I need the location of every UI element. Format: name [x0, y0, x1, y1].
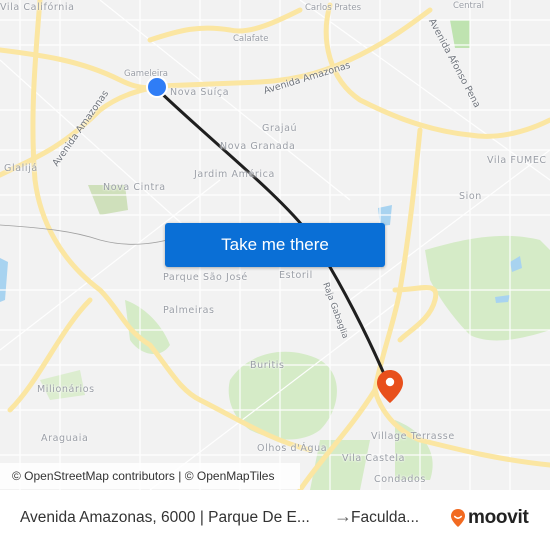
place-label-carlos-prates: Carlos Prates	[305, 3, 362, 13]
place-label-palmeiras: Palmeiras	[163, 305, 215, 316]
origin-marker[interactable]	[145, 75, 169, 99]
moovit-wordmark: moovit	[468, 507, 529, 528]
place-label-nova-cintra: Nova Cintra	[103, 182, 166, 193]
park-area	[450, 20, 470, 48]
place-label-araguaia: Araguaia	[41, 433, 89, 444]
place-label-olhos-dagua: Olhos d'Água	[257, 443, 328, 454]
place-label-sion: Sion	[459, 191, 482, 202]
place-label-village-terrasse: Village Terrasse	[371, 431, 455, 442]
moovit-logo[interactable]: moovit	[450, 507, 529, 529]
park-area	[425, 235, 550, 341]
place-label-nova-granada: Nova Granada	[220, 141, 296, 152]
place-label-vila-fumec: Vila FUMEC	[487, 155, 547, 166]
place-label-milionarios: Milionários	[37, 384, 95, 395]
destination-name: Faculda...	[351, 509, 420, 526]
arrow-right-icon: →	[334, 506, 352, 526]
place-label-buritis: Buritis	[250, 360, 285, 371]
place-label-calafate: Calafate	[233, 34, 269, 44]
place-label-parque-sao-jose: Parque São José	[163, 272, 248, 283]
place-label-vila-castela: Vila Castela	[342, 453, 406, 464]
place-label-central: Central	[453, 1, 484, 11]
place-label-jardim-america: Jardim América	[194, 169, 275, 180]
place-label-glalija: Glalijá	[4, 163, 38, 174]
place-label-vila-california: Vila Califórnia	[0, 2, 75, 13]
route-footer: Avenida Amazonas, 6000 | Parque De E... …	[0, 490, 550, 550]
place-label-grajau: Grajaú	[262, 123, 298, 134]
moovit-pin-icon	[451, 509, 465, 527]
take-me-there-button[interactable]: Take me there	[165, 223, 385, 267]
destination-pin-icon[interactable]	[376, 369, 404, 405]
map-attribution[interactable]: © OpenStreetMap contributors | © OpenMap…	[0, 463, 300, 489]
place-label-estoril: Estoril	[279, 270, 313, 281]
place-label-condados: Condados	[374, 474, 426, 485]
water	[0, 258, 8, 302]
map-view[interactable]: Vila Califórnia Carlos Prates Central Ca…	[0, 0, 550, 490]
place-label-nova-suica: Nova Suíça	[170, 87, 230, 98]
origin-stop-name: Avenida Amazonas, 6000 | Parque De E...	[20, 509, 310, 526]
